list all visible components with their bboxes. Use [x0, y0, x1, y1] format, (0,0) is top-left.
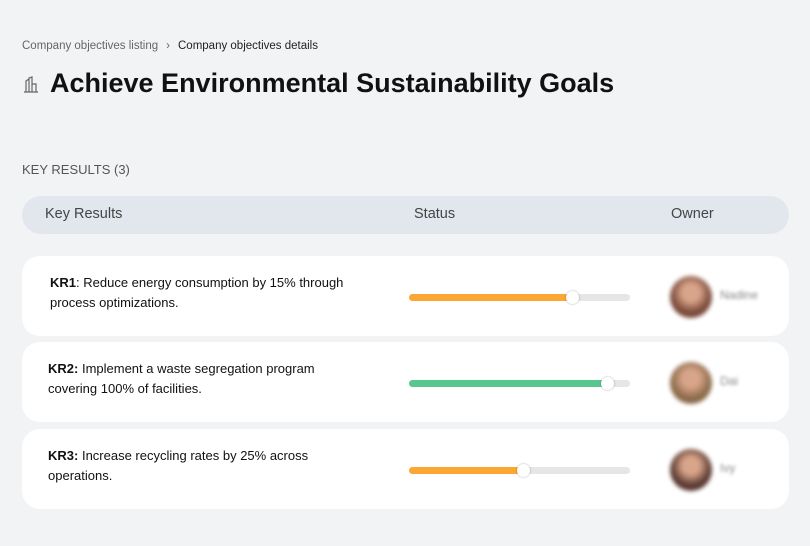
- chevron-right-icon: ›: [166, 40, 170, 52]
- key-result-description: KR3: Increase recycling rates by 25% acr…: [48, 446, 358, 486]
- slider-handle[interactable]: [516, 464, 530, 477]
- key-result-id: KR3:: [48, 448, 79, 463]
- key-result-text: : Reduce energy consumption by 15% throu…: [50, 275, 344, 310]
- key-result-id: KR2:: [48, 361, 79, 376]
- column-owner: Owner: [671, 206, 714, 222]
- owner-name: Dai: [720, 374, 739, 388]
- breadcrumb-current: Company objectives details: [178, 40, 318, 52]
- progress-slider[interactable]: [409, 291, 630, 304]
- key-result-text: Implement a waste segregation program co…: [48, 361, 315, 396]
- table-row[interactable]: KR3: Increase recycling rates by 25% acr…: [22, 429, 789, 509]
- avatar: [670, 362, 712, 404]
- key-result-description: KR1: Reduce energy consumption by 15% th…: [50, 273, 360, 313]
- key-results-heading: KEY RESULTS (3): [22, 162, 130, 177]
- column-key-results: Key Results: [45, 206, 123, 222]
- table-row[interactable]: KR1: Reduce energy consumption by 15% th…: [22, 256, 789, 336]
- avatar: [670, 276, 712, 318]
- progress-fill: [409, 464, 530, 477]
- owner-name: Ivy: [720, 461, 736, 475]
- page-header: Achieve Environmental Sustainability Goa…: [22, 68, 614, 99]
- breadcrumb-parent-link[interactable]: Company objectives listing: [22, 40, 158, 52]
- slider-handle[interactable]: [600, 377, 614, 390]
- progress-fill: [409, 377, 614, 390]
- key-result-description: KR2: Implement a waste segregation progr…: [48, 359, 358, 399]
- column-status: Status: [414, 206, 456, 222]
- slider-handle[interactable]: [565, 291, 579, 304]
- owner-name: Nadine: [720, 288, 759, 302]
- progress-slider[interactable]: [409, 464, 630, 477]
- progress-slider[interactable]: [409, 377, 630, 390]
- key-result-id: KR1: [50, 275, 77, 290]
- breadcrumb: Company objectives listing › Company obj…: [22, 40, 318, 52]
- table-header: Key Results Status Owner: [22, 196, 789, 234]
- table-row[interactable]: KR2: Implement a waste segregation progr…: [22, 342, 789, 422]
- key-result-text: Increase recycling rates by 25% across o…: [48, 448, 309, 483]
- progress-fill: [409, 291, 579, 304]
- page-title: Achieve Environmental Sustainability Goa…: [50, 68, 615, 98]
- buildings-icon: [24, 75, 38, 93]
- avatar: [670, 449, 712, 491]
